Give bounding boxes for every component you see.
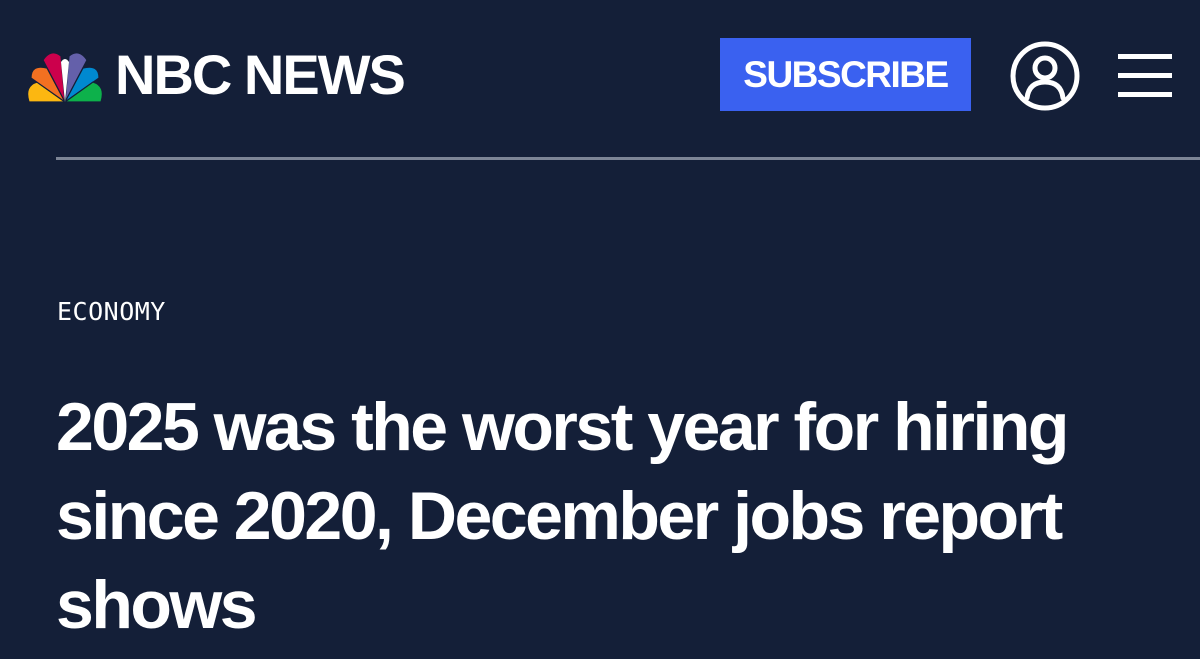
nbc-peacock-icon xyxy=(27,52,103,103)
menu-button[interactable] xyxy=(1118,52,1172,98)
account-button[interactable] xyxy=(1009,40,1081,112)
hamburger-menu-icon xyxy=(1118,54,1172,97)
nbc-news-logo[interactable]: NBC NEWS xyxy=(27,43,406,106)
header-divider xyxy=(56,157,1200,160)
section-label[interactable]: ECONOMY xyxy=(57,296,166,328)
user-account-icon xyxy=(1010,41,1080,111)
brand-wordmark: NBC NEWS xyxy=(115,43,406,106)
headline-line: since 2020, December jobs report xyxy=(56,478,1063,554)
article-headline: 2025 was the worst year for hiring since… xyxy=(56,383,1176,650)
site-header: NBC NEWS SUBSCRIBE xyxy=(0,0,1200,158)
headline-line: 2025 was the worst year for hiring xyxy=(56,389,1069,465)
headline-line: shows xyxy=(56,567,258,643)
subscribe-button[interactable]: SUBSCRIBE xyxy=(720,38,971,111)
